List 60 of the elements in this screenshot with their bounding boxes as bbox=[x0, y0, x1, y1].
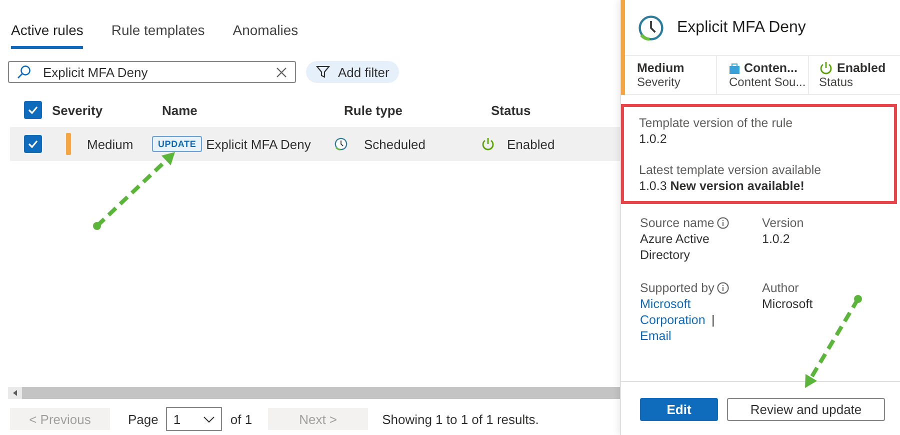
tile-value: Enabled bbox=[819, 61, 899, 75]
field-value: 1.0.2 bbox=[762, 232, 790, 246]
chevron-down-icon bbox=[203, 416, 216, 422]
row-checkbox[interactable] bbox=[24, 135, 42, 153]
tile-label: Status bbox=[819, 75, 854, 89]
tile-label: Severity bbox=[637, 75, 682, 89]
check-icon bbox=[28, 106, 38, 114]
bag-icon bbox=[729, 62, 740, 74]
clock-icon bbox=[637, 14, 665, 42]
panel-title: Explicit MFA Deny bbox=[677, 18, 806, 36]
tab[interactable]: Anomalies bbox=[232, 18, 298, 49]
table-cell: Scheduled bbox=[364, 136, 426, 152]
field-value: | bbox=[711, 313, 715, 327]
link[interactable]: Microsoft Corporation bbox=[640, 296, 708, 328]
scroll-left-icon bbox=[12, 390, 18, 396]
search-field[interactable]: Explicit MFA Deny bbox=[8, 61, 296, 83]
edit-button[interactable]: Edit bbox=[640, 398, 718, 421]
clock-icon bbox=[334, 137, 348, 151]
field-value: 1.0.2 bbox=[639, 132, 668, 146]
tile-label: Content Sou... bbox=[729, 75, 807, 89]
power-icon bbox=[819, 61, 833, 75]
horizontal-scrollbar[interactable] bbox=[8, 387, 620, 399]
review-button[interactable]: Review and update bbox=[727, 398, 885, 421]
filter-icon bbox=[316, 65, 330, 79]
add-filter-button[interactable]: Add filter bbox=[306, 61, 400, 83]
table-cell: Enabled bbox=[507, 136, 555, 152]
select-all-checkbox[interactable] bbox=[24, 101, 42, 119]
tile-value: Medium bbox=[637, 61, 686, 75]
search-icon bbox=[17, 65, 31, 79]
power-icon bbox=[481, 137, 495, 151]
tile-value: Conten... bbox=[729, 61, 808, 75]
field-value: 1.0.3 New version available! bbox=[639, 179, 806, 193]
update-badge: UPDATE bbox=[152, 136, 202, 152]
tab[interactable]: Rule templates bbox=[111, 18, 205, 49]
link[interactable]: Email bbox=[640, 328, 672, 344]
info-icon[interactable] bbox=[717, 217, 730, 229]
field-label: Supported by bbox=[640, 281, 714, 295]
page-dropdown[interactable]: 1 bbox=[166, 407, 222, 431]
table-row[interactable]: Medium UPDATE Explicit MFA Deny Scheduled Enabled bbox=[10, 127, 620, 161]
tab[interactable]: Active rules bbox=[11, 18, 84, 49]
column-header[interactable]: Status bbox=[491, 102, 531, 118]
table-cell: Explicit MFA Deny bbox=[206, 136, 311, 152]
column-header[interactable]: Severity bbox=[52, 102, 103, 118]
field-label: Author bbox=[762, 281, 799, 295]
close-icon[interactable] bbox=[276, 66, 287, 78]
check-icon bbox=[28, 140, 38, 148]
field-value: Azure Active Directory bbox=[640, 232, 710, 262]
page-label: Page bbox=[128, 412, 158, 426]
field-value: Microsoft bbox=[762, 297, 813, 311]
info-icon[interactable] bbox=[717, 282, 730, 294]
table-cell: Medium bbox=[87, 136, 134, 152]
field-label: Version bbox=[762, 216, 804, 230]
field-label: Latest template version available bbox=[639, 163, 822, 177]
column-header[interactable]: Name bbox=[162, 102, 198, 118]
results-summary: Showing 1 to 1 of 1 results. bbox=[382, 412, 539, 426]
page-count: of 1 bbox=[230, 412, 252, 426]
field-label: Template version of the rule bbox=[639, 116, 794, 130]
severity-bar bbox=[66, 133, 71, 155]
field-label: Source name bbox=[640, 216, 714, 230]
column-header[interactable]: Rule type bbox=[344, 102, 403, 118]
